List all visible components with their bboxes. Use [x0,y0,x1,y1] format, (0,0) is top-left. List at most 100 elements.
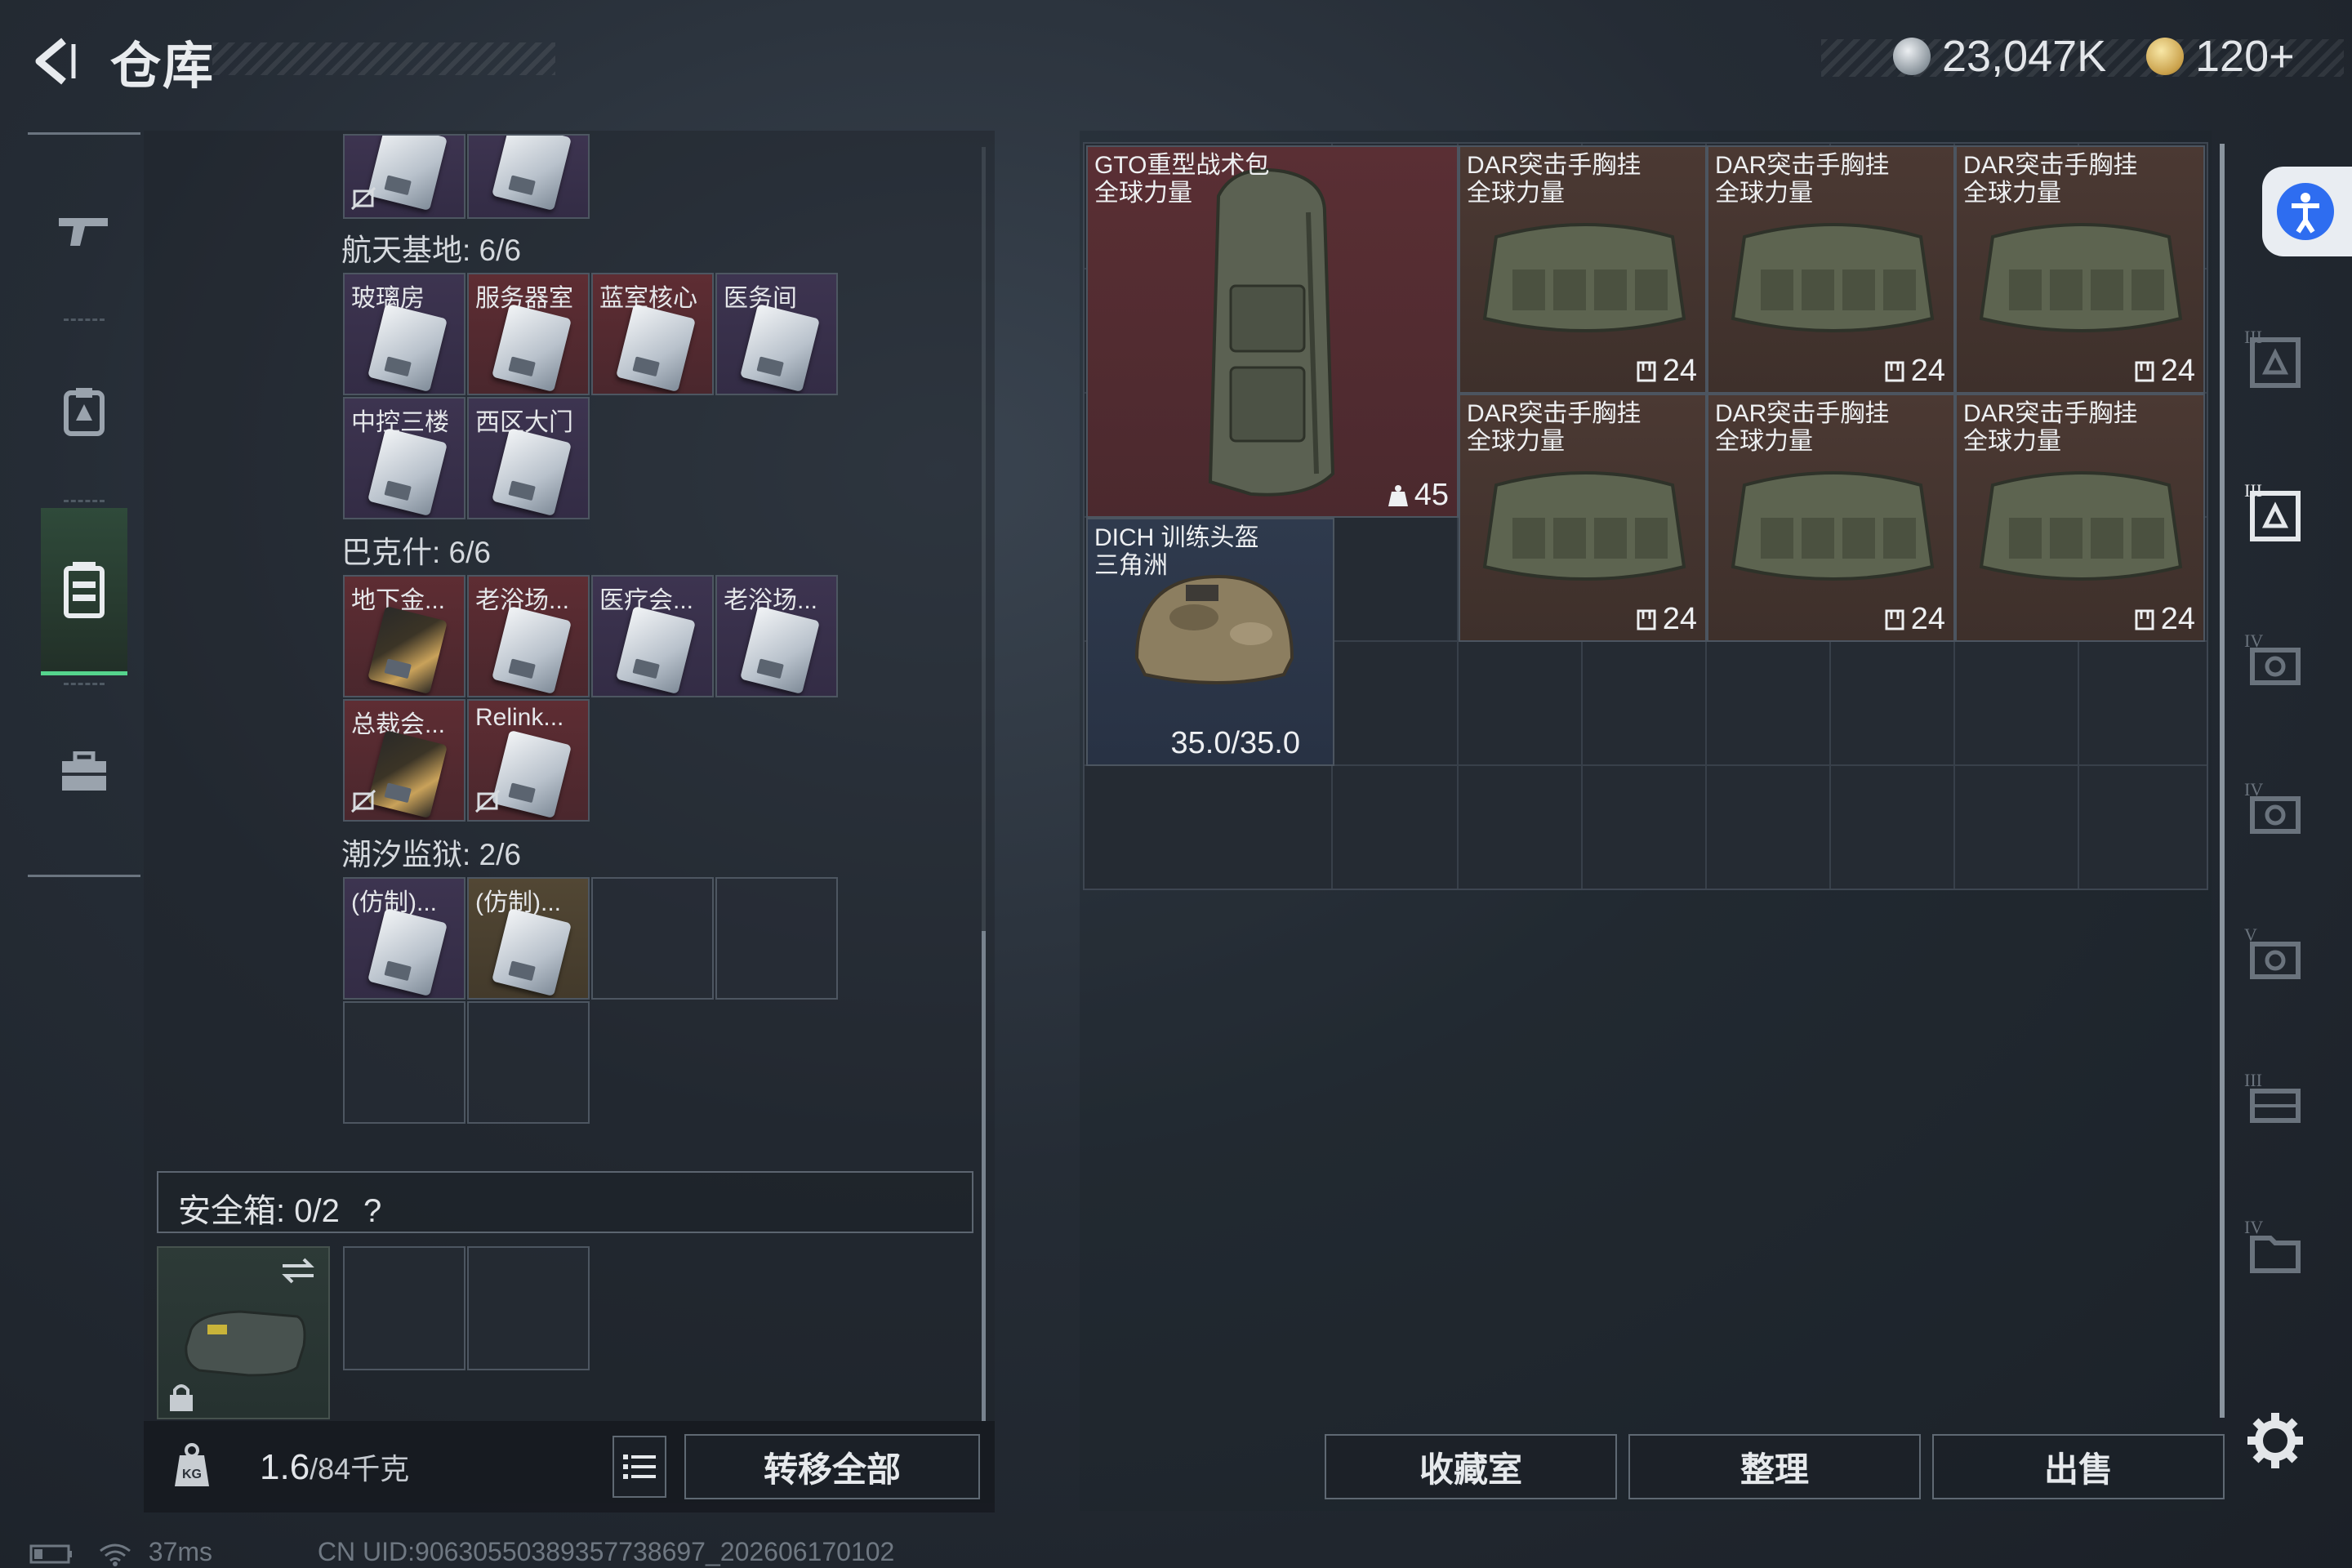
briefcase-icon [62,751,106,791]
keycard-icon [368,729,448,819]
nav-separator [64,683,105,685]
safebox-slot-empty[interactable] [467,1246,590,1370]
vest-image [1731,223,1935,332]
safebox-label: 安全箱: 0/2 ? [178,1193,382,1229]
keycard-slot-empty[interactable] [715,877,838,1000]
stash-item-helmet[interactable]: DICH 训练头盔 三角洲 35.0/35.0 [1086,518,1334,766]
sell-button[interactable]: 出售 [1932,1434,2225,1499]
vest-image [1979,471,2183,581]
settings-gear-icon[interactable] [2244,1410,2306,1472]
keycard-slot-empty[interactable] [467,1001,590,1124]
section-label: 巴克什: 6/6 [341,536,491,569]
list-icon [623,1454,656,1479]
list-view-button[interactable] [612,1436,666,1498]
currency-primary: 23,047K [1893,31,2106,82]
filter-backpack-icon[interactable]: III [2241,479,2308,546]
nav-item-warehouse[interactable] [41,508,127,675]
keycard-cell[interactable]: (仿制)... [343,877,466,1000]
keycard-cell[interactable]: 老浴场... [715,575,838,697]
status-bar: 37ms CN UID:9063055038935773869​7_202606… [29,1537,894,1567]
gun-icon [59,218,108,246]
keycard-slot-empty[interactable] [591,877,714,1000]
stash-item-vest[interactable]: DAR突击手胸挂 全球力量 24 [1707,394,1955,642]
gold-coin-icon [2146,38,2184,75]
stash-item-vest[interactable]: DAR突击手胸挂 全球力量 24 [1955,394,2205,642]
safebox-container[interactable] [157,1246,330,1419]
vest-image [1482,471,1686,581]
svg-text:V: V [2244,924,2257,945]
uid-readout: CN UID:9063055038935773869​7_20260617010… [317,1537,895,1566]
keycard-cell[interactable]: (仿制)... [467,877,590,1000]
capacity-icon [1637,361,1656,381]
silver-coin-icon [1893,38,1931,75]
keycard-icon [740,303,820,393]
keycard-icon [368,605,448,695]
help-icon[interactable]: ? [363,1193,381,1229]
nav-separator [64,500,105,502]
filter-storage-icon[interactable]: III [2241,1067,2308,1134]
nav-item-toolbox[interactable] [41,691,127,854]
keycard-cell[interactable]: 医疗会... [591,575,714,697]
left-scrollbar[interactable] [982,931,986,1421]
keycard-cell[interactable] [343,134,466,219]
keycard-icon [492,303,572,393]
nav-item-weapons[interactable] [41,149,127,312]
capacity-icon [1637,609,1656,630]
keycard-cell[interactable]: 服务器室 [467,273,590,395]
accessibility-button[interactable] [2262,167,2352,256]
collection-room-button[interactable]: 收藏室 [1325,1434,1617,1499]
capacity-icon [1885,361,1904,381]
stash-item-vest[interactable]: DAR突击手胸挂 全球力量 24 [1707,145,1955,394]
keycard-cell[interactable]: 地下金... [343,575,466,697]
stash-item-vest[interactable]: DAR突击手胸挂 全球力量 24 [1459,394,1707,642]
keycard-cell[interactable]: 老浴场... [467,575,590,697]
swap-icon[interactable] [278,1254,318,1287]
right-scrollbar[interactable] [2220,144,2225,1418]
keycard-icon [740,605,820,695]
helmet-durability: 35.0/35.0 [1170,726,1300,760]
keycard-icon [492,605,572,695]
currency-primary-value: 23,047K [1942,32,2107,81]
weight-icon: KG [175,1443,209,1486]
battery-icon [29,1544,72,1564]
stash-item-vest[interactable]: DAR突击手胸挂 全球力量 24 [1955,145,2205,394]
keycard-cell[interactable]: 玻璃房 [343,273,466,395]
capacity-icon [1885,609,1904,630]
filter-folder-icon[interactable]: IV [2241,1214,2308,1281]
keycard-icon [616,605,696,695]
keycard-cell[interactable]: 西区大门 [467,397,590,519]
filter-vest-icon[interactable]: V [2241,921,2308,988]
no-carry-icon [350,186,376,211]
filter-vest-icon[interactable]: IV [2241,627,2308,694]
safebox-slot-empty[interactable] [343,1246,466,1370]
vest-icon [64,388,105,436]
keycard-cell[interactable]: 蓝室核心 [591,273,714,395]
keycard-cell[interactable]: 医务间 [715,273,838,395]
filter-backpack-icon[interactable]: III [2241,325,2308,392]
accessibility-icon [2292,193,2319,234]
keycard-cell[interactable]: 中控三楼 [343,397,466,519]
section-label: 潮汐监狱: 2/6 [341,838,521,871]
keycard-cell[interactable]: Relink... [467,699,590,822]
keycard-slot-empty[interactable] [343,1001,466,1124]
nav-separator [64,318,105,321]
svg-text:KG: KG [182,1468,202,1481]
stash-item-backpack[interactable]: GTO重型战术包 全球力量 45 [1086,145,1459,518]
no-carry-icon [474,789,501,813]
keycard-icon [492,907,572,997]
keycard-cell[interactable]: 总裁会... [343,699,466,822]
transfer-all-button[interactable]: 转移全部 [684,1434,980,1499]
sort-button[interactable]: 整理 [1628,1434,1921,1499]
currency-secondary[interactable]: 120+ [2146,31,2295,82]
nav-item-equipment[interactable] [41,330,127,493]
lock-icon [170,1384,193,1411]
vest-image [1979,223,2183,332]
wifi-icon [99,1544,131,1566]
backpack-icon [64,562,105,618]
filter-vest-icon[interactable]: IV [2241,776,2308,843]
svg-text:IV: IV [2244,630,2263,651]
stash-item-vest[interactable]: DAR突击手胸挂 全球力量 24 [1459,145,1707,394]
keycard-cell[interactable] [467,134,590,219]
svg-text:III: III [2244,327,2262,347]
back-arrow-icon[interactable] [24,33,82,90]
